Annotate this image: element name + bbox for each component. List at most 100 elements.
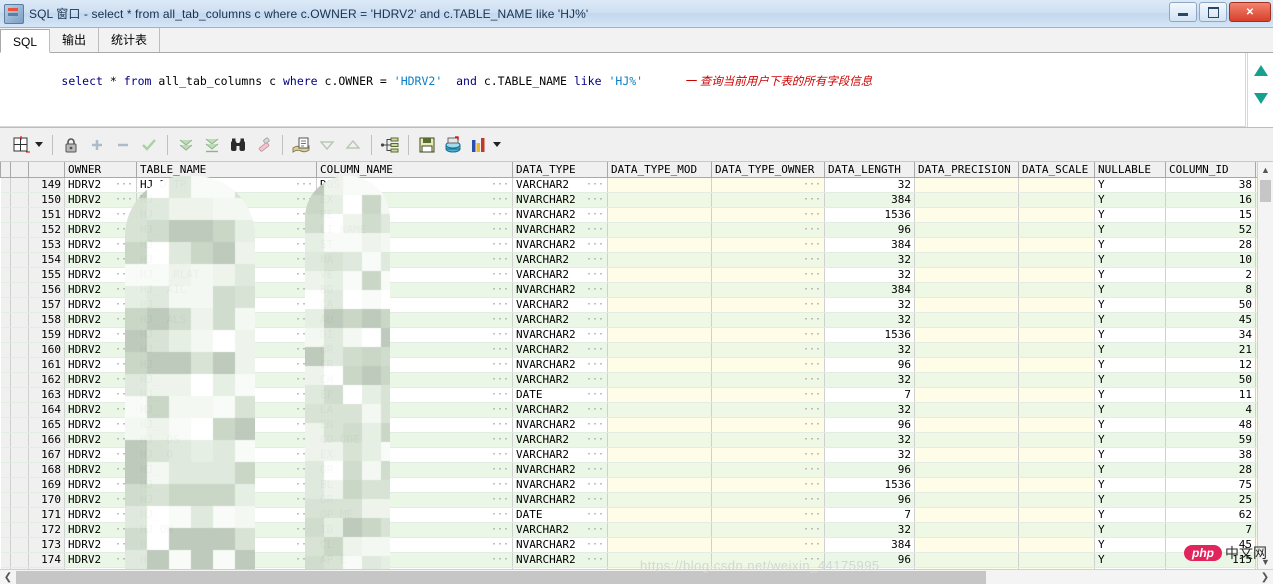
cell-owner[interactable]: HDRV2···: [64, 477, 137, 493]
cell-data_precision[interactable]: [914, 462, 1019, 478]
cell-owner[interactable]: HDRV2···: [64, 312, 137, 328]
grid-horizontal-scrollbar[interactable]: ❮ ❯: [0, 569, 1273, 584]
table-row[interactable]: 150 HDRV2 ··· HJ_ ··· EX ··· NVARCHAR2 ··· ··· 384…: [0, 192, 1273, 208]
cell-owner[interactable]: HDRV2···: [64, 252, 137, 268]
cell-nullable[interactable]: Y: [1094, 402, 1166, 418]
cell-data_scale[interactable]: [1018, 297, 1095, 313]
table-row[interactable]: 174 HDRV2 ··· H ··· AP E ··· NVARCHAR2 ··· ··· 96 Y…: [0, 552, 1273, 568]
cell-data_scale[interactable]: [1018, 507, 1095, 523]
cell-table_name[interactable]: HJ_ ···: [136, 207, 317, 223]
cell-data_scale[interactable]: [1018, 192, 1095, 208]
cell-owner[interactable]: HDRV2···: [64, 222, 137, 238]
cell-table_name[interactable]: H···: [136, 537, 317, 553]
cell-data_length[interactable]: 32: [824, 252, 915, 268]
cell-selbox[interactable]: [10, 177, 29, 193]
cell-column_id[interactable]: 4: [1165, 402, 1256, 418]
cell-data_length[interactable]: 96: [824, 492, 915, 508]
cell-data_length[interactable]: 7: [824, 507, 915, 523]
clear-filter-button[interactable]: [251, 132, 277, 158]
cell-selbox[interactable]: [10, 552, 29, 568]
cell-data_type_mod[interactable]: [607, 552, 712, 568]
cell-column_id[interactable]: 34: [1165, 327, 1256, 343]
cell-data_precision[interactable]: [914, 282, 1019, 298]
cell-data_length[interactable]: 32: [824, 522, 915, 538]
table-row[interactable]: 165 HDRV2 ··· HJ_ ··· EN ··· NVARCHAR2 ··· ··· 96 Y…: [0, 417, 1273, 433]
table-row[interactable]: 151 HDRV2 ··· HJ_ ··· RE ··· NVARCHAR2 ··· ··· 153…: [0, 207, 1273, 223]
cell-data_precision[interactable]: [914, 192, 1019, 208]
cell-data_precision[interactable]: [914, 492, 1019, 508]
cell-data_type_owner[interactable]: ···: [711, 312, 825, 328]
cell-data_type[interactable]: VARCHAR2 ···: [512, 447, 608, 463]
cell-rownum[interactable]: [0, 492, 11, 508]
cell-nullable[interactable]: Y: [1094, 312, 1166, 328]
cell-nullable[interactable]: Y: [1094, 342, 1166, 358]
cell-data_type_owner[interactable]: ···: [711, 432, 825, 448]
cell-data_length[interactable]: 384: [824, 282, 915, 298]
cell-column_name[interactable]: LI NAME ···: [316, 222, 513, 238]
cell-rownum[interactable]: [0, 372, 11, 388]
cell-idx[interactable]: 151: [28, 207, 65, 223]
cell-column_id[interactable]: 10: [1165, 252, 1256, 268]
tab-sql[interactable]: SQL: [0, 29, 51, 53]
cell-selbox[interactable]: [10, 477, 29, 493]
cell-idx[interactable]: 172: [28, 522, 65, 538]
cell-data_type_mod[interactable]: [607, 297, 712, 313]
cell-data_scale[interactable]: [1018, 342, 1095, 358]
cell-data_type[interactable]: NVARCHAR2 ···: [512, 222, 608, 238]
cell-rownum[interactable]: [0, 402, 11, 418]
cell-column_id[interactable]: 11: [1165, 387, 1256, 403]
cell-column_id[interactable]: 48: [1165, 417, 1256, 433]
cell-data_length[interactable]: 384: [824, 537, 915, 553]
cell-data_type[interactable]: VARCHAR2 ···: [512, 522, 608, 538]
scroll-left-button[interactable]: ❮: [0, 570, 16, 584]
column-header-data_scale[interactable]: DATA_SCALE: [1018, 162, 1095, 178]
cell-data_type_mod[interactable]: [607, 462, 712, 478]
cell-data_precision[interactable]: [914, 417, 1019, 433]
cell-idx[interactable]: 160: [28, 342, 65, 358]
cell-owner[interactable]: HDRV2···: [64, 402, 137, 418]
cell-data_type_owner[interactable]: ···: [711, 297, 825, 313]
cell-selbox[interactable]: [10, 507, 29, 523]
cell-data_type_owner[interactable]: ···: [711, 282, 825, 298]
cell-column_name[interactable]: RE ···: [316, 207, 513, 223]
cell-data_precision[interactable]: [914, 402, 1019, 418]
cell-data_type_owner[interactable]: ···: [711, 252, 825, 268]
cell-data_length[interactable]: 96: [824, 357, 915, 373]
cell-selbox[interactable]: [10, 387, 29, 403]
cell-selbox[interactable]: [10, 462, 29, 478]
cell-table_name[interactable]: HJ_ ···: [136, 477, 317, 493]
cell-table_name[interactable]: HJ_ O ···: [136, 447, 317, 463]
cell-table_name[interactable]: HJ_ AIL ···: [136, 282, 317, 298]
cell-column_name[interactable]: DOS ···: [316, 177, 513, 193]
cell-data_type[interactable]: NVARCHAR2 ···: [512, 207, 608, 223]
cell-selbox[interactable]: [10, 492, 29, 508]
cell-selbox[interactable]: [10, 252, 29, 268]
cell-selbox[interactable]: [10, 402, 29, 418]
sql-editor-text-area[interactable]: select * from all_tab_columns c where c.…: [0, 53, 1246, 127]
cell-data_type_mod[interactable]: [607, 252, 712, 268]
cell-rownum[interactable]: [0, 207, 11, 223]
cell-rownum[interactable]: [0, 192, 11, 208]
cell-owner[interactable]: HDRV2···: [64, 297, 137, 313]
cell-owner[interactable]: HDRV2···: [64, 372, 137, 388]
cell-idx[interactable]: 153: [28, 237, 65, 253]
cell-column_id[interactable]: 7: [1165, 522, 1256, 538]
cell-data_precision[interactable]: [914, 237, 1019, 253]
cell-column_name[interactable]: EX ···: [316, 192, 513, 208]
cell-nullable[interactable]: Y: [1094, 297, 1166, 313]
cell-table_name[interactable]: HJ_ ALS ···: [136, 312, 317, 328]
table-row[interactable]: 169 HDRV2 ··· HJ_ ··· BL ··· NVARCHAR2 ··· ··· 153…: [0, 477, 1273, 493]
cell-data_type_owner[interactable]: ···: [711, 237, 825, 253]
cell-rownum[interactable]: [0, 252, 11, 268]
sort-ascending-button[interactable]: [340, 132, 366, 158]
cell-data_type_owner[interactable]: ···: [711, 522, 825, 538]
cell-data_scale[interactable]: [1018, 357, 1095, 373]
cell-idx[interactable]: 157: [28, 297, 65, 313]
cell-column_name[interactable]: CO ODE ···: [316, 432, 513, 448]
cell-column_id[interactable]: 45: [1165, 537, 1256, 553]
cell-data_length[interactable]: 32: [824, 447, 915, 463]
cell-owner[interactable]: HDRV2···: [64, 267, 137, 283]
cell-selbox[interactable]: [10, 447, 29, 463]
cell-owner[interactable]: HDRV2···: [64, 417, 137, 433]
table-row[interactable]: 171 HDRV2 ··· HJ_ ··· OP ME ··· DATE ··· ··· 7 Y 62: [0, 507, 1273, 523]
